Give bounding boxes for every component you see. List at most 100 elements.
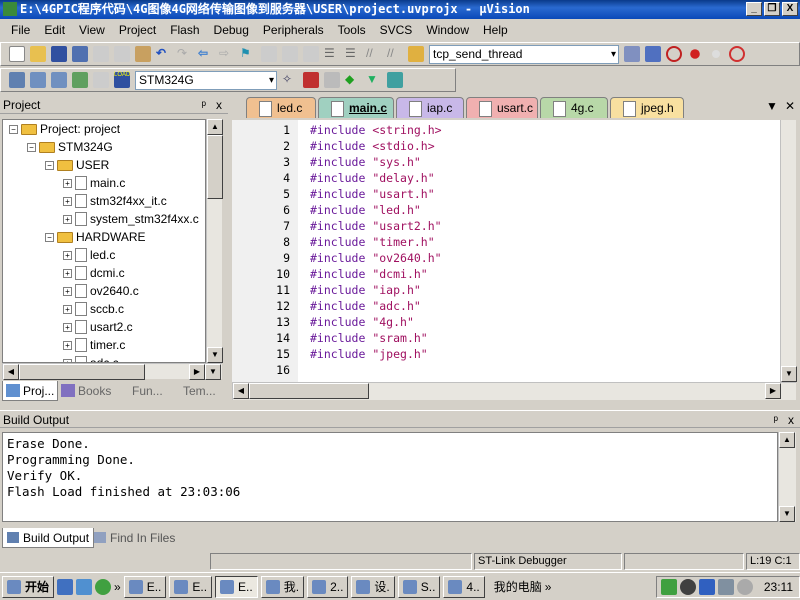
scroll-left-button[interactable]: ◀ bbox=[3, 364, 19, 380]
menu-flash[interactable]: Flash bbox=[163, 20, 206, 40]
scroll-up-button[interactable]: ▲ bbox=[207, 119, 223, 135]
expand-toggle-icon[interactable]: − bbox=[45, 160, 54, 170]
file-extensions-icon[interactable] bbox=[324, 72, 340, 88]
copy-icon[interactable] bbox=[114, 46, 130, 62]
tree-item[interactable]: + timer.c bbox=[63, 336, 125, 354]
taskbar-item[interactable]: E.. bbox=[215, 575, 258, 598]
editor-tab-jpeg.h[interactable]: jpeg.h bbox=[610, 97, 684, 118]
scroll-down-button[interactable]: ▼ bbox=[207, 347, 223, 363]
disable-breakpoint-icon[interactable] bbox=[712, 50, 720, 58]
debug-session-icon[interactable] bbox=[666, 46, 682, 62]
output-tab-1[interactable]: Find In Files bbox=[90, 528, 179, 548]
open-icon[interactable] bbox=[30, 46, 46, 62]
h-scroll-thumb[interactable] bbox=[249, 383, 369, 399]
uncomment-icon[interactable]: // bbox=[387, 46, 403, 62]
taskbar-item[interactable]: 我. bbox=[260, 575, 305, 598]
quicklaunch-icon[interactable] bbox=[76, 578, 93, 595]
tree-item[interactable]: + stm32f4xx_it.c bbox=[63, 192, 167, 210]
quicklaunch-icon[interactable] bbox=[57, 578, 74, 595]
batch-build-icon[interactable] bbox=[72, 72, 88, 88]
tree-item[interactable]: + ov2640.c bbox=[63, 282, 139, 300]
stop-build-icon[interactable] bbox=[93, 72, 109, 88]
save-all-icon[interactable] bbox=[72, 46, 88, 62]
unindent-icon[interactable]: ☰ bbox=[345, 46, 361, 62]
editor-tab-4g.c[interactable]: 4g.c bbox=[540, 97, 608, 118]
tree-item[interactable]: − STM324G bbox=[27, 138, 113, 156]
menu-file[interactable]: File bbox=[4, 20, 37, 40]
tree-horizontal-scrollbar[interactable]: ◀ ▶ ▼ bbox=[2, 363, 222, 380]
incremental-find-icon[interactable] bbox=[645, 46, 661, 62]
menu-view[interactable]: View bbox=[72, 20, 112, 40]
close-button[interactable]: X bbox=[782, 2, 798, 16]
editor-tab-iap.c[interactable]: iap.c bbox=[396, 97, 464, 118]
expand-toggle-icon[interactable]: + bbox=[63, 196, 72, 206]
scroll-left-button[interactable]: ◀ bbox=[233, 383, 249, 399]
build-icon[interactable] bbox=[30, 72, 46, 88]
output-vertical-scrollbar[interactable]: ▲ ▼ bbox=[778, 432, 796, 522]
expand-toggle-icon[interactable]: − bbox=[45, 232, 54, 242]
run-time-environment-icon[interactable] bbox=[387, 72, 403, 88]
close-panel-icon[interactable]: x bbox=[788, 411, 794, 429]
restore-button[interactable]: ❐ bbox=[764, 2, 780, 16]
expand-toggle-icon[interactable]: + bbox=[63, 340, 72, 350]
build-output-text[interactable]: Erase Done. Programming Done. Verify OK. Fl… bbox=[2, 432, 778, 522]
tree-item[interactable]: + dcmi.c bbox=[63, 264, 125, 282]
menu-debug[interactable]: Debug bbox=[207, 20, 256, 40]
cut-icon[interactable] bbox=[93, 46, 109, 62]
find-icon[interactable] bbox=[624, 46, 640, 62]
expand-toggle-icon[interactable]: + bbox=[63, 214, 72, 224]
target-combo[interactable]: STM324G bbox=[135, 70, 277, 90]
menu-window[interactable]: Window bbox=[419, 20, 476, 40]
tree-item[interactable]: − USER bbox=[45, 156, 109, 174]
tab-list-icon[interactable]: ▼ bbox=[766, 99, 778, 113]
paste-icon[interactable] bbox=[135, 46, 151, 62]
find-in-files-icon[interactable] bbox=[408, 46, 424, 62]
select-packs-icon[interactable]: ▼ bbox=[366, 72, 382, 88]
tree-item[interactable]: + usart2.c bbox=[63, 318, 133, 336]
close-panel-icon[interactable]: x bbox=[216, 96, 222, 114]
panel-tab-3[interactable]: Tem... bbox=[163, 381, 219, 401]
tree-item[interactable]: + adc.c bbox=[63, 354, 119, 362]
volume-icon[interactable] bbox=[736, 578, 753, 595]
scroll-right-button[interactable]: ▶ bbox=[765, 383, 781, 399]
bookmark-icon[interactable]: ⚑ bbox=[240, 46, 256, 62]
more-icon[interactable]: » bbox=[114, 580, 121, 594]
minimize-button[interactable]: _ bbox=[746, 2, 762, 16]
breakpoint-icon[interactable] bbox=[690, 49, 700, 59]
kill-breakpoints-icon[interactable] bbox=[729, 46, 745, 62]
pin-icon[interactable]: ᵖ bbox=[773, 411, 778, 429]
editor-tab-led.c[interactable]: led.c bbox=[246, 97, 316, 118]
menu-tools[interactable]: Tools bbox=[331, 20, 373, 40]
menu-project[interactable]: Project bbox=[112, 20, 163, 40]
indent-icon[interactable]: ☰ bbox=[324, 46, 340, 62]
scroll-up-button[interactable]: ▲ bbox=[779, 432, 795, 448]
prev-bookmark-icon[interactable] bbox=[261, 46, 277, 62]
code-editor[interactable]: 1 #include <string.h> 2 #include <stdio.h> 3… bbox=[232, 120, 780, 382]
expand-toggle-icon[interactable]: + bbox=[63, 304, 72, 314]
scroll-down-button[interactable]: ▼ bbox=[779, 506, 795, 522]
tree-item[interactable]: + led.c bbox=[63, 246, 115, 264]
taskbar-item[interactable]: 4.. bbox=[443, 575, 485, 598]
tree-item[interactable]: + sccb.c bbox=[63, 300, 124, 318]
taskbar-item[interactable]: E.. bbox=[169, 575, 213, 598]
scroll-down-button[interactable]: ▼ bbox=[781, 366, 797, 382]
forward-icon[interactable]: ⇨ bbox=[219, 46, 235, 62]
expand-toggle-icon[interactable]: − bbox=[27, 142, 36, 152]
tree-item[interactable]: + system_stm32f4xx.c bbox=[63, 210, 199, 228]
translate-icon[interactable] bbox=[9, 72, 25, 88]
taskbar-item[interactable]: E.. bbox=[123, 575, 167, 598]
expand-toggle-icon[interactable]: + bbox=[63, 286, 72, 296]
target-options-icon[interactable]: ✧ bbox=[282, 72, 298, 88]
more-icon[interactable]: » bbox=[545, 580, 552, 594]
expand-toggle-icon[interactable]: + bbox=[63, 322, 72, 332]
save-icon[interactable] bbox=[51, 46, 67, 62]
editor-vertical-scrollbar[interactable]: ▼ bbox=[780, 120, 797, 382]
clock[interactable]: 23:11 bbox=[764, 580, 793, 594]
expand-toggle-icon[interactable]: + bbox=[63, 178, 72, 188]
h-scroll-thumb[interactable] bbox=[19, 364, 145, 380]
close-tab-icon[interactable]: ✕ bbox=[785, 99, 795, 113]
pin-icon[interactable]: ᵖ bbox=[201, 96, 206, 114]
redo-icon[interactable]: ↷ bbox=[177, 46, 193, 62]
expand-toggle-icon[interactable]: + bbox=[63, 250, 72, 260]
output-tab-0[interactable]: Build Output bbox=[2, 528, 95, 548]
